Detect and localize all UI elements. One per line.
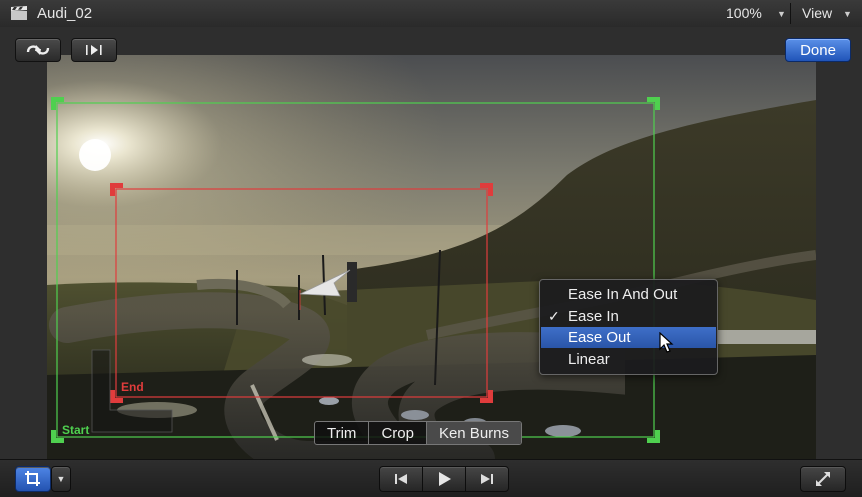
divider: [790, 3, 791, 24]
view-menu[interactable]: View: [802, 5, 832, 21]
start-label: Start: [62, 423, 90, 437]
play-to-end-icon: [86, 45, 102, 55]
ease-popup-menu: Ease In And Out ✓ Ease In Ease Out Linea…: [539, 279, 718, 375]
bottom-toolbar: ▼: [0, 459, 862, 497]
preview-button[interactable]: [71, 38, 117, 62]
fullscreen-button[interactable]: [800, 466, 846, 492]
clapperboard-icon: [11, 6, 27, 20]
end-label: End: [121, 380, 144, 394]
menu-item-ease-in-and-out[interactable]: Ease In And Out: [541, 284, 716, 305]
crop-options-dropdown[interactable]: ▼: [51, 466, 71, 492]
menu-item-ease-out[interactable]: Ease Out: [541, 327, 716, 348]
done-button[interactable]: Done: [785, 38, 851, 62]
viewer: Done: [0, 27, 862, 459]
crop-icon: [25, 471, 40, 486]
next-edit-button[interactable]: [465, 466, 509, 492]
crop-tool-button[interactable]: [15, 466, 51, 492]
chevron-down-icon: ▼: [56, 474, 66, 484]
previous-edit-button[interactable]: [379, 466, 423, 492]
mouse-pointer-icon: [659, 332, 674, 353]
swap-start-end-button[interactable]: [15, 38, 61, 62]
menu-item-linear[interactable]: Linear: [541, 349, 716, 370]
crop-segment[interactable]: Crop: [369, 422, 427, 444]
skip-forward-icon: [481, 474, 493, 484]
video-frame: [47, 55, 816, 459]
chevron-down-icon[interactable]: ▼: [843, 9, 852, 19]
clip-title: Audi_02: [37, 5, 93, 22]
swap-arrows-icon: [26, 45, 50, 55]
play-icon: [439, 472, 451, 486]
chevron-down-icon[interactable]: ▼: [777, 9, 786, 19]
expand-icon: [816, 472, 830, 486]
play-button[interactable]: [422, 466, 466, 492]
title-bar: Audi_02 100% ▼ View ▼: [0, 0, 862, 28]
skip-back-icon: [395, 474, 407, 484]
checkmark-icon: ✓: [548, 308, 560, 324]
trim-segment[interactable]: Trim: [315, 422, 370, 444]
menu-item-ease-in[interactable]: ✓ Ease In: [541, 306, 716, 327]
ken-burns-segment[interactable]: Ken Burns: [426, 422, 521, 444]
mode-segmented-control[interactable]: Trim Crop Ken Burns: [314, 421, 522, 445]
zoom-level-menu[interactable]: 100%: [726, 5, 762, 21]
